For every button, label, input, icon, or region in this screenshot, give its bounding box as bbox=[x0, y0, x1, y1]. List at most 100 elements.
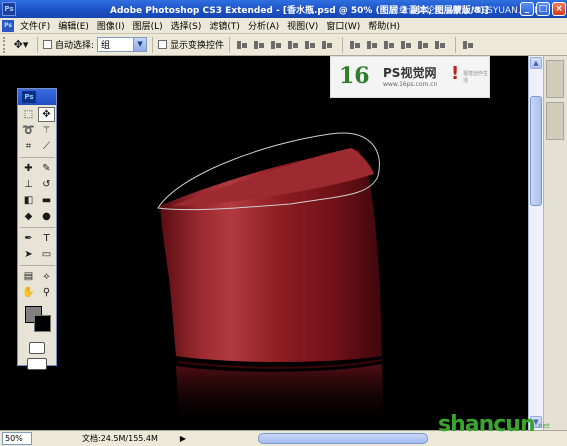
align-right-icon[interactable] bbox=[320, 39, 334, 51]
horizontal-scrollbar[interactable] bbox=[258, 433, 428, 444]
hand-tool-icon[interactable]: ✋ bbox=[20, 285, 37, 300]
options-bar: ✥▾ 自动选择: 组 ▼ 显示变换控件 bbox=[0, 34, 567, 56]
clone-stamp-icon[interactable]: ⊥ bbox=[20, 177, 37, 192]
menu-file[interactable]: 文件(F) bbox=[16, 19, 54, 32]
status-menu-arrow-icon[interactable]: ▶ bbox=[180, 434, 186, 443]
separator bbox=[229, 36, 231, 53]
distribute-vcenter-icon[interactable] bbox=[365, 39, 379, 51]
screen-mode-button[interactable] bbox=[27, 358, 47, 370]
tool-separator bbox=[20, 227, 55, 228]
scroll-up-icon[interactable]: ▲ bbox=[530, 57, 542, 69]
quick-mask-button[interactable] bbox=[29, 342, 45, 354]
palette-well bbox=[543, 56, 567, 430]
eraser-tool-icon[interactable]: ◧ bbox=[20, 193, 37, 208]
zoom-input[interactable]: 50% bbox=[2, 432, 32, 445]
ps-logo-banner: 16 PS视觉网 www.16ps.com.cn ! 视觉创作生活 bbox=[330, 56, 490, 98]
color-swatches bbox=[18, 302, 56, 338]
tool-separator bbox=[20, 157, 55, 158]
align-left-icon[interactable] bbox=[286, 39, 300, 51]
menu-view[interactable]: 视图(V) bbox=[283, 19, 322, 32]
menu-window[interactable]: 窗口(W) bbox=[322, 19, 364, 32]
distribute-bottom-icon[interactable] bbox=[382, 39, 396, 51]
logo-side-text: 视觉创作生活 bbox=[463, 71, 489, 84]
menu-image[interactable]: 图像(I) bbox=[93, 19, 129, 32]
align-vcenter-icon[interactable] bbox=[252, 39, 266, 51]
watermark-text: shancun bbox=[438, 412, 536, 437]
distribute-top-icon[interactable] bbox=[348, 39, 362, 51]
gradient-tool-icon[interactable]: ▬ bbox=[38, 193, 55, 208]
close-button[interactable]: × bbox=[552, 2, 566, 16]
auto-select-value: 组 bbox=[101, 41, 111, 51]
menu-layer[interactable]: 图层(L) bbox=[129, 19, 167, 32]
crop-tool-icon[interactable]: ⌗ bbox=[20, 139, 37, 154]
type-tool-icon[interactable]: T bbox=[38, 231, 55, 246]
tools-palette: Ps ⬚ ✥ ➰ ⚚ ⌗ ⟋ ✚ ✎ ⊥ ↺ ◧ ▬ ◆ ● ✒ T ➤ ▭ ▤ ⟡ ✋ ⚲ bbox=[17, 88, 57, 370]
align-hcenter-icon[interactable] bbox=[303, 39, 317, 51]
brush-tool-icon[interactable]: ✎ bbox=[38, 161, 55, 176]
move-tool-preset-icon[interactable]: ✥▾ bbox=[10, 37, 32, 53]
show-transform-label: 显示变换控件 bbox=[170, 41, 225, 51]
shape-tool-icon[interactable]: ▭ bbox=[38, 247, 55, 262]
logo-mark: 16 bbox=[339, 63, 370, 89]
palette-tab[interactable] bbox=[546, 102, 564, 140]
move-tool-icon[interactable]: ✥ bbox=[38, 107, 55, 122]
logo-bang: ! bbox=[451, 63, 460, 84]
distribute-right-icon[interactable] bbox=[433, 39, 447, 51]
blur-tool-icon[interactable]: ◆ bbox=[20, 209, 37, 224]
separator bbox=[342, 36, 344, 53]
palette-tab[interactable] bbox=[546, 60, 564, 98]
minimize-button[interactable]: _ bbox=[520, 2, 534, 16]
history-brush-icon[interactable]: ↺ bbox=[38, 177, 55, 192]
lasso-tool-icon[interactable]: ➰ bbox=[20, 123, 37, 138]
menu-filter[interactable]: 滤镜(T) bbox=[205, 19, 244, 32]
site-watermark: shancun .net bbox=[438, 406, 563, 442]
dodge-tool-icon[interactable]: ● bbox=[38, 209, 55, 224]
tools-palette-header[interactable]: Ps bbox=[18, 89, 56, 105]
slice-tool-icon[interactable]: ⟋ bbox=[38, 139, 55, 154]
menu-edit[interactable]: 编辑(E) bbox=[54, 19, 93, 32]
show-transform-checkbox[interactable] bbox=[158, 40, 168, 49]
scroll-thumb[interactable] bbox=[530, 96, 542, 206]
menu-analysis[interactable]: 分析(A) bbox=[244, 19, 283, 32]
align-top-icon[interactable] bbox=[235, 39, 249, 51]
logo-name: PS视觉网 bbox=[383, 66, 437, 80]
pen-tool-icon[interactable]: ✒ bbox=[20, 231, 37, 246]
separator bbox=[152, 36, 154, 53]
marquee-tool-icon[interactable]: ⬚ bbox=[20, 107, 37, 122]
auto-select-label: 自动选择: bbox=[55, 41, 95, 51]
chevron-down-icon[interactable]: ▼ bbox=[133, 38, 147, 51]
healing-brush-icon[interactable]: ✚ bbox=[20, 161, 37, 176]
magic-wand-tool-icon[interactable]: ⚚ bbox=[38, 123, 55, 138]
separator bbox=[455, 36, 457, 53]
zoom-tool-icon[interactable]: ⚲ bbox=[38, 285, 55, 300]
distribute-left-icon[interactable] bbox=[399, 39, 413, 51]
logo-url: www.16ps.com.cn bbox=[383, 81, 438, 88]
notes-tool-icon[interactable]: ▤ bbox=[20, 269, 37, 284]
options-grip[interactable] bbox=[3, 36, 7, 53]
watermark-sub: .net bbox=[536, 422, 550, 430]
align-bottom-icon[interactable] bbox=[269, 39, 283, 51]
photoshop-app-icon: Ps bbox=[2, 2, 16, 16]
document-size-info: 文档:24.5M/155.4M bbox=[82, 434, 158, 443]
auto-select-checkbox[interactable] bbox=[43, 40, 52, 49]
eyedropper-tool-icon[interactable]: ⟡ bbox=[38, 269, 55, 284]
path-selection-icon[interactable]: ➤ bbox=[20, 247, 37, 262]
auto-align-icon[interactable] bbox=[461, 39, 475, 51]
menu-app-icon[interactable]: Ps bbox=[2, 19, 14, 32]
photoshop-logo: Ps bbox=[22, 91, 36, 103]
tool-grid: ⬚ ✥ ➰ ⚚ ⌗ ⟋ ✚ ✎ ⊥ ↺ ◧ ▬ ◆ ● ✒ T ➤ ▭ ▤ ⟡ ✋ ⚲ bbox=[18, 105, 56, 302]
document-canvas[interactable]: 16 PS视觉网 www.16ps.com.cn ! 视觉创作生活 Ps ⬚ ✥ ➰… bbox=[0, 56, 528, 430]
vertical-scrollbar[interactable]: ▲ ▼ bbox=[528, 56, 543, 430]
distribute-hcenter-icon[interactable] bbox=[416, 39, 430, 51]
bottle-reflection bbox=[176, 364, 384, 430]
menu-select[interactable]: 选择(S) bbox=[167, 19, 206, 32]
separator bbox=[37, 36, 38, 53]
title-bar: Ps Adobe Photoshop CS3 Extended - [香水瓶.p… bbox=[0, 0, 567, 18]
background-color-swatch[interactable] bbox=[34, 315, 51, 332]
canvas-artwork bbox=[157, 132, 384, 430]
tool-separator bbox=[20, 265, 55, 266]
menu-bar: Ps 文件(F) 编辑(E) 图像(I) 图层(L) 选择(S) 滤镜(T) 分… bbox=[0, 18, 567, 34]
auto-select-dropdown[interactable]: 组 ▼ bbox=[97, 37, 148, 52]
maximize-button[interactable]: □ bbox=[536, 2, 550, 16]
menu-help[interactable]: 帮助(H) bbox=[364, 19, 404, 32]
